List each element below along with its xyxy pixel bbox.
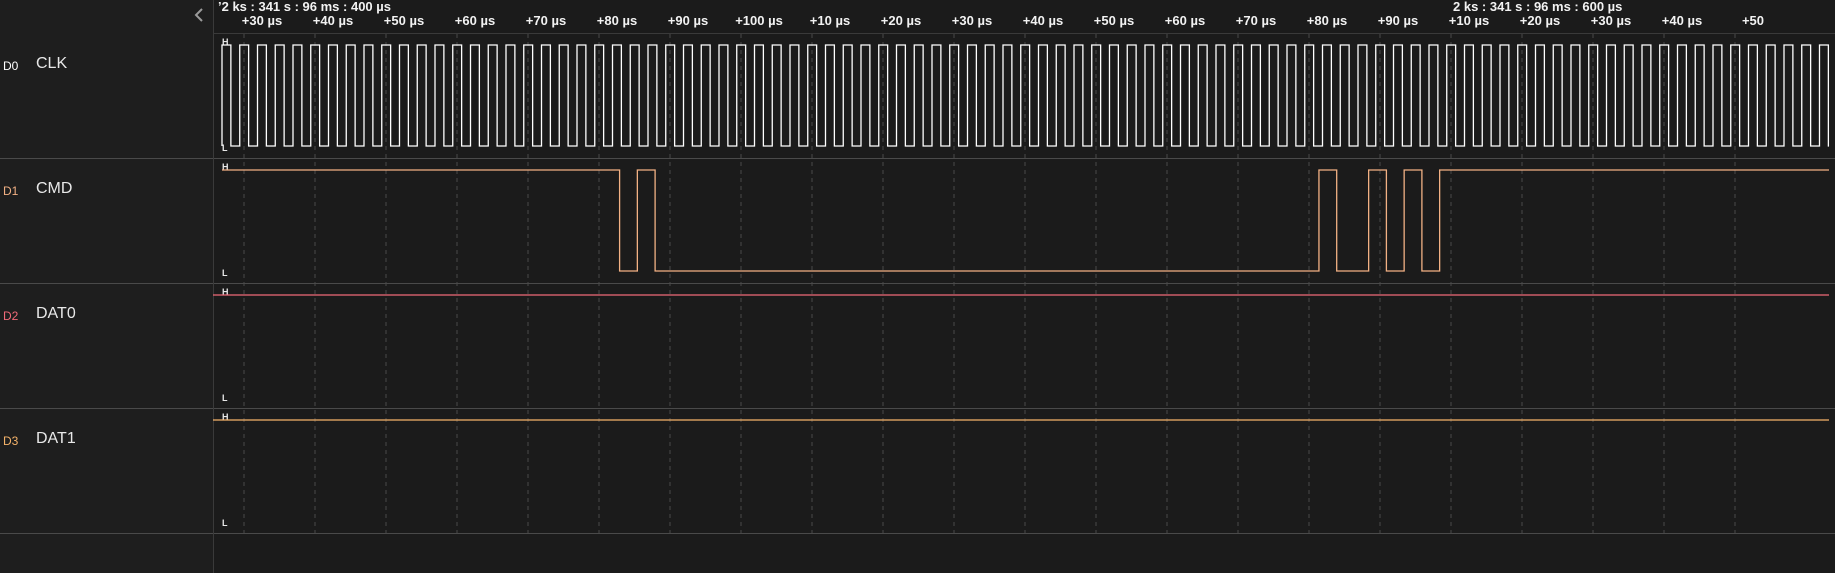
- low-level-label: L: [222, 393, 228, 403]
- logic-analyzer-app: ’2 ks : 341 s : 96 ms : 400 µs 2 ks : 34…: [0, 0, 1835, 573]
- low-level-label: L: [222, 268, 228, 278]
- low-level-label: L: [222, 143, 228, 153]
- waveform-canvas[interactable]: HLHLHLHL: [0, 0, 1835, 573]
- low-level-label: L: [222, 518, 228, 528]
